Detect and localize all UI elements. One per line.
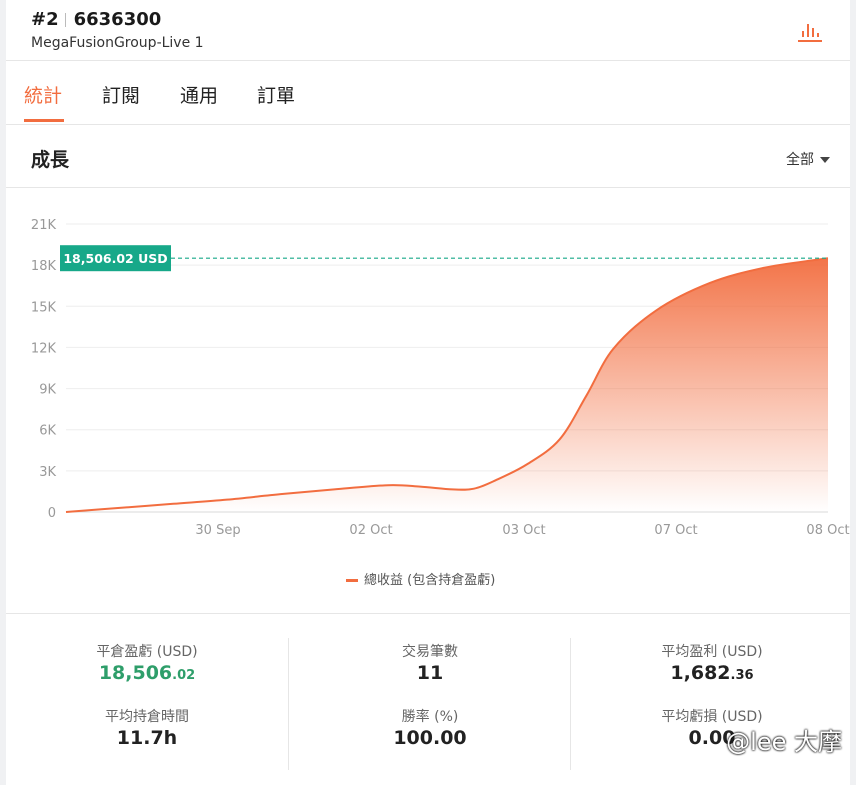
x-tick-label: 08 Oct (806, 523, 849, 538)
tab-statistics[interactable]: 統計 (24, 81, 62, 108)
area-fill (66, 258, 828, 512)
x-tick-label: 30 Sep (195, 523, 240, 538)
current-value-label: 18,506.02 USD (63, 251, 167, 266)
stat-value-dec: .02 (172, 668, 196, 683)
y-tick-label: 15K (31, 300, 57, 315)
stat-label-trade-count: 交易筆數 (402, 644, 458, 660)
stat-value-win-rate: 100.00 (393, 727, 467, 749)
stat-label-avg-profit: 平均盈利 (USD) (661, 644, 763, 660)
bar-chart-icon[interactable] (796, 20, 824, 44)
active-tab-indicator (24, 119, 64, 122)
stat-value-avg-hold-time: 11.7h (116, 727, 178, 749)
stats-column-2: 交易筆數 11 勝率 (%) 100.00 (288, 638, 571, 770)
legend-swatch (346, 579, 358, 582)
y-tick-label: 12K (31, 341, 57, 356)
y-tick-label: 0 (48, 506, 56, 521)
stat-value-trade-count: 11 (416, 662, 444, 684)
tab-orders[interactable]: 訂單 (257, 81, 295, 108)
section-title: 成長 (31, 149, 70, 171)
account-header: #2 6636300 MegaFusionGroup-Live 1 (6, 0, 850, 61)
range-dropdown[interactable]: 全部 (786, 149, 830, 169)
growth-chart: 0 3K 6K 9K 12K 15K 18K 21K 30 Sep 02 Oct 03 Oct 07 … (31, 218, 850, 538)
y-tick-label: 21K (31, 218, 57, 233)
legend-label: 總收益 (包含持倉盈虧) (364, 573, 496, 588)
stat-label-avg-hold-time: 平均持倉時間 (105, 709, 189, 725)
stat-value-avg-profit: 1,682.36 (571, 662, 853, 684)
title-separator (64, 13, 66, 27)
y-tick-label: 9K (39, 383, 56, 398)
stat-label-closed-pnl: 平倉盈虧 (USD) (96, 644, 198, 660)
account-number: 6636300 (73, 9, 162, 30)
tab-subscribe[interactable]: 訂閱 (102, 81, 140, 108)
stats-column-1: 平倉盈虧 (USD) 18,506.02 平均持倉時間 11.7h (6, 638, 288, 770)
server-name: MegaFusionGroup-Live 1 (31, 35, 204, 51)
watermark-text: @lee 大摩 (726, 728, 842, 756)
tab-bar: 統計 訂閱 通用 訂單 (6, 61, 850, 125)
chart-legend[interactable]: 總收益 (包含持倉盈虧) (346, 569, 495, 588)
x-tick-label: 03 Oct (502, 523, 545, 538)
rank-label: #2 (31, 9, 59, 30)
stat-value-closed-pnl: 18,506.02 (6, 662, 288, 684)
account-title: #2 6636300 (31, 9, 161, 30)
y-tick-label: 6K (39, 424, 56, 439)
stat-value-dec: .36 (730, 668, 754, 683)
stat-value-int: 1,682 (670, 662, 731, 684)
strategy-card: #2 6636300 MegaFusionGroup-Live 1 統計 訂閱 通… (6, 0, 850, 785)
y-tick-label: 18K (31, 259, 57, 274)
stat-label-win-rate: 勝率 (%) (401, 709, 459, 725)
stat-value-int: 18,506 (98, 662, 173, 684)
x-tick-label: 02 Oct (349, 523, 392, 538)
stats-panel: 平倉盈虧 (USD) 18,506.02 平均持倉時間 11.7h 交易筆數 1… (6, 614, 850, 785)
caret-down-icon (820, 157, 830, 163)
range-label: 全部 (786, 152, 814, 168)
tab-general[interactable]: 通用 (180, 81, 218, 108)
x-tick-label: 07 Oct (654, 523, 697, 538)
y-tick-label: 3K (39, 465, 56, 480)
